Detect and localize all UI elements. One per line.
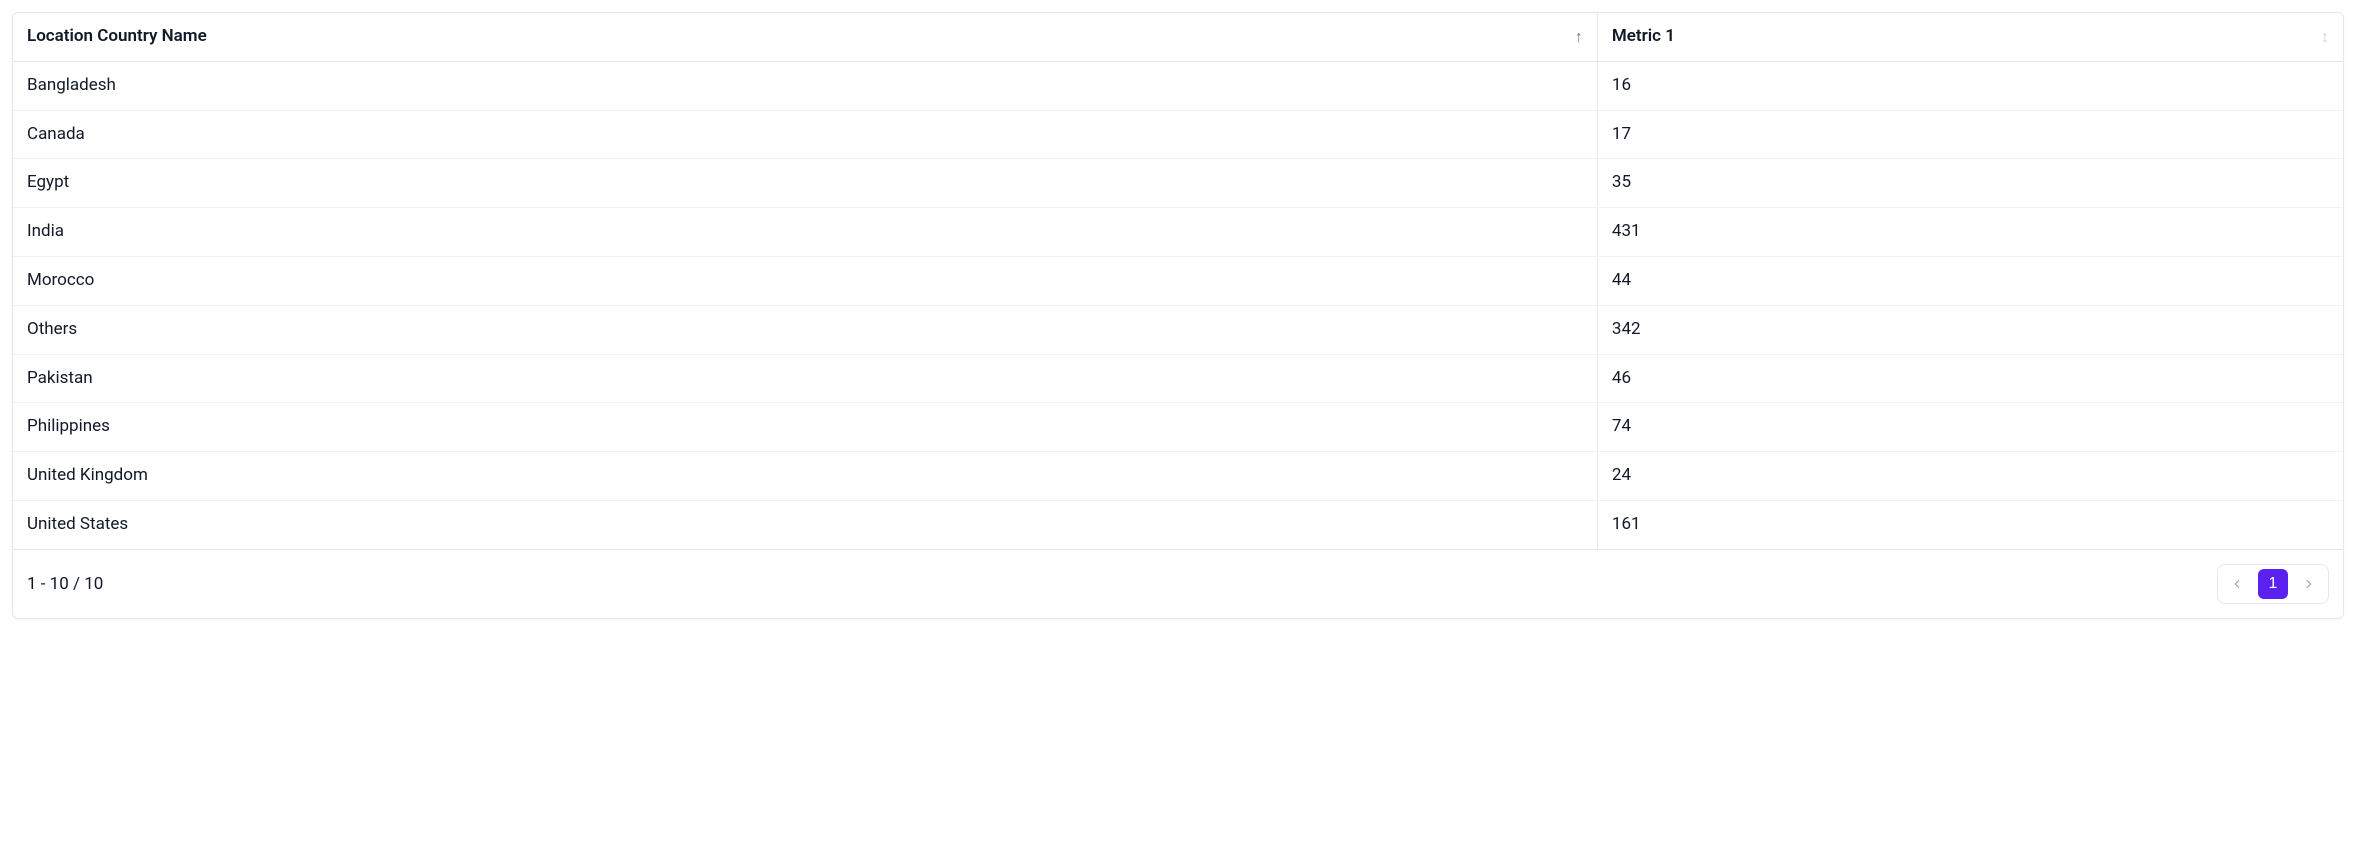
sort-none-icon: ↕ xyxy=(2321,29,2329,45)
table-row: Philippines74 xyxy=(13,403,2343,452)
table-row: Others342 xyxy=(13,305,2343,354)
cell-location-country-name: Morocco xyxy=(13,256,1597,305)
table-row: Canada17 xyxy=(13,110,2343,159)
cell-location-country-name: Egypt xyxy=(13,159,1597,208)
table-row: Egypt35 xyxy=(13,159,2343,208)
cell-location-country-name: United States xyxy=(13,500,1597,549)
cell-metric-1: 431 xyxy=(1597,208,2343,257)
cell-location-country-name: Pakistan xyxy=(13,354,1597,403)
column-header-label: Location Country Name xyxy=(27,25,207,49)
chevron-right-icon xyxy=(2302,577,2316,591)
table-header-row: Location Country Name ↑ Metric 1 ↕ xyxy=(13,13,2343,61)
cell-location-country-name: Bangladesh xyxy=(13,61,1597,110)
cell-location-country-name: India xyxy=(13,208,1597,257)
cell-metric-1: 74 xyxy=(1597,403,2343,452)
cell-metric-1: 24 xyxy=(1597,452,2343,501)
pagination-prev-button[interactable] xyxy=(2222,569,2252,599)
table-row: Bangladesh16 xyxy=(13,61,2343,110)
column-header-metric-1[interactable]: Metric 1 ↕ xyxy=(1597,13,2343,61)
table-row: India431 xyxy=(13,208,2343,257)
cell-metric-1: 17 xyxy=(1597,110,2343,159)
data-table: Location Country Name ↑ Metric 1 ↕ Bangl… xyxy=(13,13,2343,550)
cell-location-country-name: Philippines xyxy=(13,403,1597,452)
pagination-next-button[interactable] xyxy=(2294,569,2324,599)
table-row: Morocco44 xyxy=(13,256,2343,305)
sort-asc-icon: ↑ xyxy=(1575,29,1583,45)
cell-metric-1: 46 xyxy=(1597,354,2343,403)
cell-metric-1: 16 xyxy=(1597,61,2343,110)
cell-location-country-name: Canada xyxy=(13,110,1597,159)
cell-metric-1: 161 xyxy=(1597,500,2343,549)
cell-location-country-name: United Kingdom xyxy=(13,452,1597,501)
cell-metric-1: 35 xyxy=(1597,159,2343,208)
column-header-label: Metric 1 xyxy=(1612,25,1675,49)
table-row: United States161 xyxy=(13,500,2343,549)
pagination-controls: 1 xyxy=(2217,564,2329,604)
cell-location-country-name: Others xyxy=(13,305,1597,354)
cell-metric-1: 44 xyxy=(1597,256,2343,305)
table-row: United Kingdom24 xyxy=(13,452,2343,501)
pagination-range-text: 1 - 10 / 10 xyxy=(27,574,103,594)
chevron-left-icon xyxy=(2230,577,2244,591)
cell-metric-1: 342 xyxy=(1597,305,2343,354)
table-row: Pakistan46 xyxy=(13,354,2343,403)
column-header-location-country-name[interactable]: Location Country Name ↑ xyxy=(13,13,1597,61)
pagination-page-1-button[interactable]: 1 xyxy=(2258,569,2288,599)
data-table-card: Location Country Name ↑ Metric 1 ↕ Bangl… xyxy=(12,12,2344,619)
table-footer: 1 - 10 / 10 1 xyxy=(13,550,2343,618)
